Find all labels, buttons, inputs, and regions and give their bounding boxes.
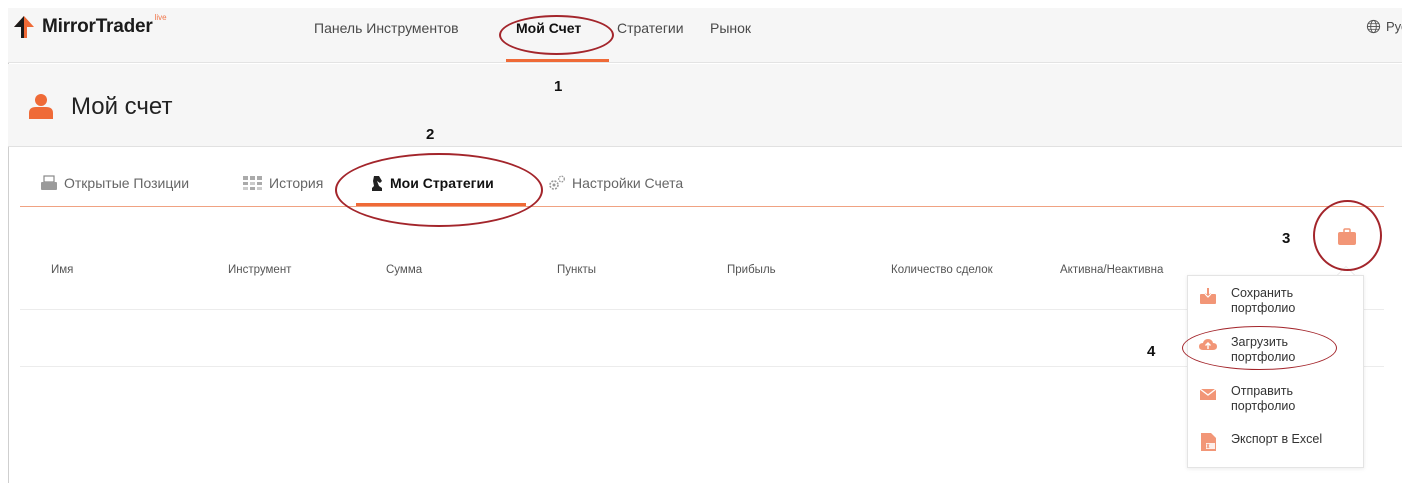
language-selector[interactable]: Русс: [1366, 19, 1402, 34]
annotation-ellipse-3: [1313, 200, 1382, 271]
column-header-amount[interactable]: Сумма: [386, 264, 422, 276]
column-header-instrument[interactable]: Инструмент: [228, 264, 291, 276]
top-nav-bar: [8, 8, 1402, 63]
arrow-up-logo-icon: [14, 16, 34, 38]
excel-file-icon: [1201, 433, 1216, 451]
nav-item-dashboard[interactable]: Панель Инструментов: [314, 19, 459, 37]
save-box-icon: [1200, 288, 1216, 304]
column-header-profit[interactable]: Прибыль: [727, 264, 776, 276]
language-label: Русс: [1386, 19, 1402, 34]
menu-item-label: Отправить портфолио: [1231, 384, 1296, 413]
page-title: Мой счет: [71, 93, 173, 120]
user-icon: [29, 94, 53, 119]
tab-account-settings[interactable]: Настройки Счета: [548, 175, 683, 191]
nav-active-underline: [506, 59, 609, 62]
menu-item-label: Экспорт в Excel: [1231, 432, 1323, 446]
annotation-number-2: 2: [426, 126, 435, 143]
annotation-ellipse-4: [1182, 326, 1337, 370]
menu-item-save-portfolio[interactable]: Сохранить портфолио: [1199, 286, 1341, 316]
app-logo[interactable]: MirrorTrader live: [14, 13, 167, 38]
tab-open-positions[interactable]: Открытые Позиции: [40, 175, 189, 191]
tabs-divider: [20, 206, 1384, 207]
column-header-name[interactable]: Имя: [51, 264, 73, 276]
logo-live-badge: live: [154, 13, 167, 22]
tab-label: Настройки Счета: [572, 175, 684, 191]
table-header-divider: [20, 309, 1384, 310]
annotation-number-4: 4: [1147, 343, 1156, 360]
annotation-ellipse-1: [499, 15, 614, 55]
menu-item-export-excel[interactable]: Экспорт в Excel: [1199, 432, 1341, 451]
nav-item-strategies[interactable]: Стратегии: [617, 19, 684, 37]
column-header-points[interactable]: Пункты: [557, 264, 596, 276]
menu-item-send-portfolio[interactable]: Отправить портфолио: [1199, 384, 1341, 414]
annotation-number-1: 1: [554, 78, 563, 95]
nav-item-market[interactable]: Рынок: [710, 19, 751, 37]
page-header: [8, 64, 1402, 147]
menu-item-label: Сохранить портфолио: [1231, 286, 1296, 315]
tab-label: История: [269, 175, 324, 191]
annotation-number-3: 3: [1282, 230, 1291, 247]
logo-text: MirrorTrader: [42, 16, 153, 37]
gears-icon: [549, 175, 565, 190]
envelope-icon: [1199, 388, 1217, 400]
printer-icon: [41, 175, 57, 190]
grid-icon: [243, 176, 262, 190]
column-header-active-status[interactable]: Активна/Неактивна: [1060, 264, 1163, 276]
table-row-divider: [20, 366, 1384, 367]
globe-icon: [1366, 19, 1381, 34]
column-header-trades-count[interactable]: Количество сделок: [891, 264, 993, 276]
annotation-ellipse-2: [335, 153, 543, 227]
tab-history[interactable]: История: [243, 175, 323, 191]
tab-label: Открытые Позиции: [64, 175, 190, 191]
